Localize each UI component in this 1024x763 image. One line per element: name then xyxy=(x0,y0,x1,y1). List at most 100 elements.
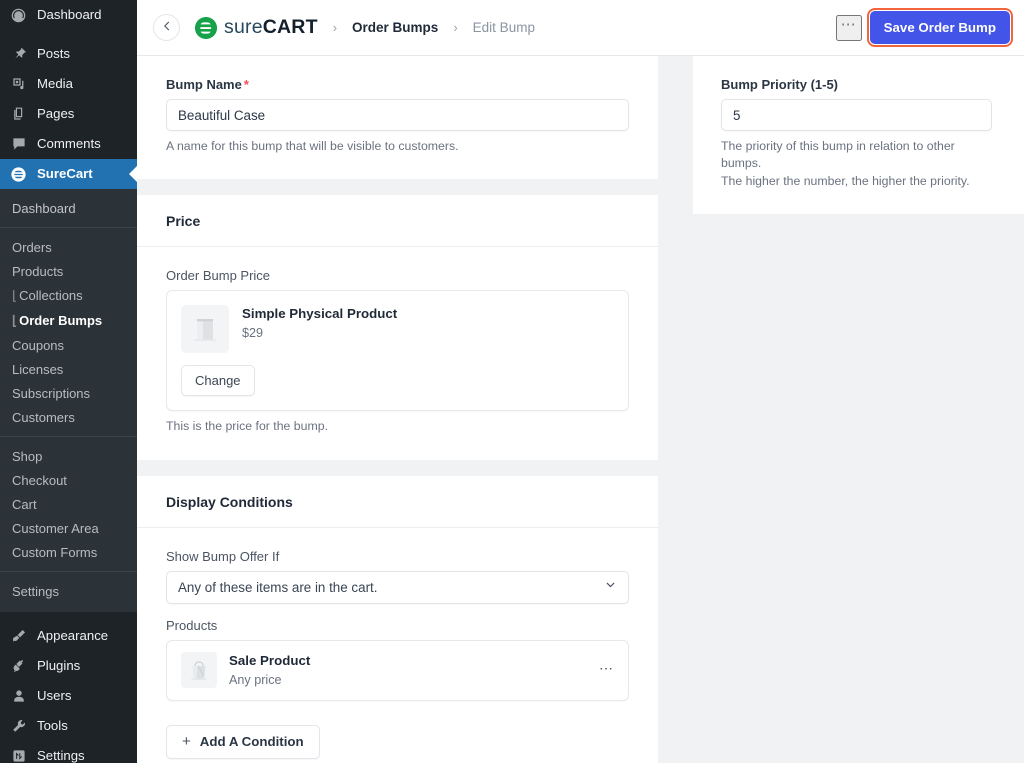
price-panel: Price Order Bump Price Simple Physical P… xyxy=(137,195,658,460)
sidebar-item-tools[interactable]: Tools xyxy=(0,711,137,741)
price-help: This is the price for the bump. xyxy=(166,419,328,434)
wrench-icon xyxy=(9,717,28,736)
arrow-left-icon xyxy=(161,20,173,35)
bump-priority-help: The priority of this bump in relation to… xyxy=(721,138,992,190)
panel-gap-1 xyxy=(137,179,658,195)
column-gap xyxy=(658,56,693,763)
sidebar-label: Posts xyxy=(37,46,70,62)
submenu-item-collections[interactable]: ⌊ Collections xyxy=(0,283,137,308)
surecart-brand[interactable]: sure CART xyxy=(195,15,318,39)
sidebar-label: SureCart xyxy=(37,166,93,182)
submenu-label: Collections xyxy=(19,287,83,303)
required-asterisk: * xyxy=(243,77,249,92)
submenu-item-products[interactable]: Products xyxy=(0,259,137,283)
products-label: Products xyxy=(166,617,218,633)
submenu-divider-2 xyxy=(0,436,137,437)
nest-marker-icon: ⌊ xyxy=(12,312,18,328)
submenu-item-subscriptions[interactable]: Subscriptions xyxy=(0,381,137,405)
bump-name-help: A name for this bump that will be visibl… xyxy=(166,139,459,153)
condition-product-name: Sale Product xyxy=(229,652,311,668)
sidebar-item-comments[interactable]: Comments xyxy=(0,129,137,159)
add-condition-button[interactable]: + Add A Condition xyxy=(166,724,320,759)
bump-priority-label: Bump Priority (1-5) xyxy=(721,77,839,92)
submenu-divider-3 xyxy=(0,571,137,572)
bump-priority-input[interactable] xyxy=(721,99,992,131)
pin-icon xyxy=(9,45,28,64)
more-options-button[interactable]: ⋯ xyxy=(835,14,862,41)
product-name: Simple Physical Product xyxy=(242,306,398,322)
price-panel-body: Order Bump Price Simple Physical Product… xyxy=(137,247,658,459)
surecart-logo-icon xyxy=(195,16,217,39)
submenu-divider-1 xyxy=(0,227,137,228)
bump-name-input[interactable] xyxy=(166,99,629,131)
pages-icon xyxy=(9,105,28,124)
dashboard-icon xyxy=(9,6,28,25)
bump-priority-help-line1: The priority of this bump in relation to… xyxy=(721,139,955,171)
sidebar-item-surecart[interactable]: SureCart xyxy=(0,159,137,189)
condition-row-menu-button[interactable]: ⋯ xyxy=(599,661,614,675)
show-bump-offer-value: Any of these items are in the cart. xyxy=(178,579,378,595)
submenu-item-checkout[interactable]: Checkout xyxy=(0,468,137,492)
save-order-bump-button[interactable]: Save Order Bump xyxy=(866,8,1014,47)
sidebar-label: Dashboard xyxy=(37,7,102,23)
bump-name-label-text: Bump Name xyxy=(166,77,242,92)
panel-gap-2 xyxy=(137,460,658,476)
sidebar-item-settings[interactable]: Settings xyxy=(0,741,137,763)
sidebar-core-group: Appearance Plugins Users Tools Settings xyxy=(0,621,137,763)
display-conditions-body: Show Bump Offer If Any of these items ar… xyxy=(137,528,658,763)
left-column: Bump Name* A name for this bump that wil… xyxy=(137,56,658,763)
submenu-item-orders[interactable]: Orders xyxy=(0,235,137,259)
submenu-item-custom-forms[interactable]: Custom Forms xyxy=(0,540,137,564)
submenu-item-licenses[interactable]: Licenses xyxy=(0,357,137,381)
surecart-submenu: Dashboard Orders Products ⌊ Collections ⌊… xyxy=(0,189,137,612)
bump-priority-help-line2: The higher the number, the higher the pr… xyxy=(721,173,970,188)
sidebar-item-plugins[interactable]: Plugins xyxy=(0,651,137,681)
submenu-item-settings[interactable]: Settings xyxy=(0,579,137,603)
order-bump-price-card: Simple Physical Product $29 Change xyxy=(166,290,629,412)
submenu-item-cart[interactable]: Cart xyxy=(0,492,137,516)
settings-icon xyxy=(9,747,28,763)
sidebar-label: Plugins xyxy=(37,658,81,674)
submenu-item-customer-area[interactable]: Customer Area xyxy=(0,516,137,540)
sidebar-item-media[interactable]: Media xyxy=(0,69,137,99)
sidebar-item-appearance[interactable]: Appearance xyxy=(0,621,137,651)
breadcrumb-separator-1: › xyxy=(332,20,338,35)
sidebar-label: Settings xyxy=(37,748,85,763)
submenu-item-coupons[interactable]: Coupons xyxy=(0,333,137,357)
submenu-item-order-bumps[interactable]: ⌊ Order Bumps xyxy=(0,308,137,333)
sidebar-item-users[interactable]: Users xyxy=(0,681,137,711)
back-button[interactable] xyxy=(153,14,180,41)
topbar-actions: ⋯ Save Order Bump xyxy=(835,8,1014,47)
sidebar-item-posts[interactable]: Posts xyxy=(0,39,137,69)
sidebar-item-dashboard[interactable]: Dashboard xyxy=(0,0,137,30)
media-icon xyxy=(9,75,28,94)
submenu-item-shop[interactable]: Shop xyxy=(0,444,137,468)
show-bump-offer-select-wrap: Any of these items are in the cart. xyxy=(166,570,629,604)
plus-icon: + xyxy=(182,733,191,751)
submenu-label: Order Bumps xyxy=(19,312,103,328)
sidebar-label: Pages xyxy=(37,106,75,122)
condition-product-row[interactable]: Sale Product Any price ⋯ xyxy=(166,639,629,701)
app-topbar: sure CART › Order Bumps › Edit Bump ⋯ Sav… xyxy=(137,0,1024,56)
change-product-button[interactable]: Change xyxy=(181,365,255,397)
sidebar-item-pages[interactable]: Pages xyxy=(0,99,137,129)
submenu-item-dashboard[interactable]: Dashboard xyxy=(0,196,137,220)
bump-name-body: Bump Name* A name for this bump that wil… xyxy=(137,56,658,179)
comment-icon xyxy=(9,135,28,154)
plug-icon xyxy=(9,657,28,676)
brand-wordmark-part2: CART xyxy=(262,15,318,38)
bump-priority-body: Bump Priority (1-5) The priority of this… xyxy=(693,56,1024,214)
show-bump-offer-select[interactable]: Any of these items are in the cart. xyxy=(166,570,629,604)
main-region: sure CART › Order Bumps › Edit Bump ⋯ Sav… xyxy=(137,0,1024,763)
brush-icon xyxy=(9,627,28,646)
condition-product-price: Any price xyxy=(229,672,282,687)
selected-product-info: Simple Physical Product $29 xyxy=(242,305,397,342)
add-condition-label: Add A Condition xyxy=(199,734,304,750)
breadcrumb-order-bumps[interactable]: Order Bumps xyxy=(352,20,438,35)
sidebar-label: Users xyxy=(37,688,72,704)
sidebar-label: Appearance xyxy=(37,628,109,644)
add-condition-wrap: + Add A Condition xyxy=(166,724,629,759)
submenu-item-customers[interactable]: Customers xyxy=(0,405,137,429)
